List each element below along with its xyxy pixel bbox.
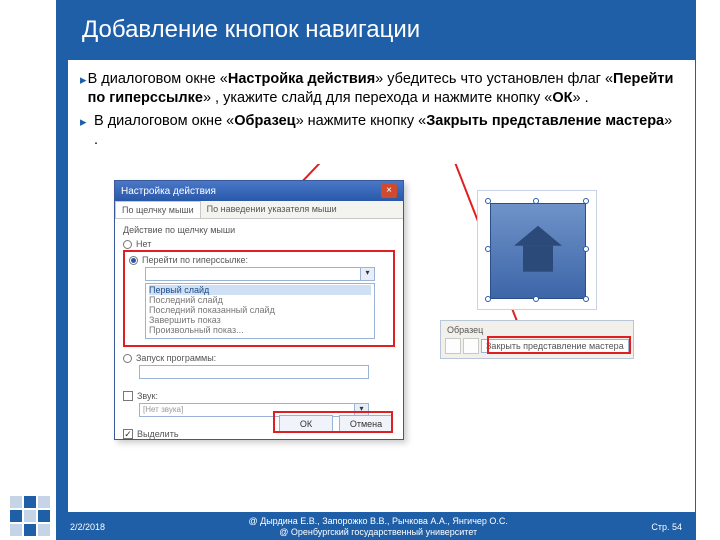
home-icon xyxy=(514,226,562,272)
option-run[interactable]: Запуск программы: xyxy=(123,353,395,363)
action-settings-dialog: Настройка действия × По щелчку мыши По н… xyxy=(114,180,404,440)
dialog-titlebar: Настройка действия × xyxy=(115,181,403,201)
bullet-marker: ▸ xyxy=(80,112,94,150)
hyperlink-list[interactable]: Первый слайд Последний слайд Последний п… xyxy=(145,283,375,339)
bullet-1: ▸ В диалоговом окне «Настройка действия»… xyxy=(80,70,680,108)
close-icon[interactable]: × xyxy=(381,184,397,198)
action-button-shape[interactable] xyxy=(490,203,586,299)
slide-footer: 2/2/2018 @ Дырдина Е.В., Запорожко В.В.,… xyxy=(56,513,696,540)
ok-button[interactable]: ОК xyxy=(279,415,333,433)
highlight-checkbox[interactable] xyxy=(123,429,133,439)
bullet-2: ▸ В диалоговом окне «Образец» нажмите кн… xyxy=(80,112,680,150)
sound-label: Звук: xyxy=(137,391,158,401)
slide-title: Добавление кнопок навигации xyxy=(82,16,420,44)
footer-date: 2/2/2018 xyxy=(70,522,105,532)
hyperlink-combo[interactable]: ▾ xyxy=(145,267,375,281)
tab-click[interactable]: По щелчку мыши xyxy=(115,201,201,218)
decorative-squares xyxy=(10,496,50,536)
option-none[interactable]: Нет xyxy=(123,239,395,249)
dialog-body: Действие по щелчку мыши Нет Перейти по г… xyxy=(115,219,403,445)
left-accent xyxy=(56,0,68,513)
dialog-buttons: ОК Отмена xyxy=(279,415,393,433)
right-figure: Образец Закрыть представление мастера xyxy=(440,190,634,359)
group-label: Действие по щелчку мыши xyxy=(123,225,395,235)
dialog-title-text: Настройка действия xyxy=(121,186,216,197)
chevron-down-icon[interactable]: ▾ xyxy=(360,268,374,280)
list-item[interactable]: Завершить показ xyxy=(149,315,371,325)
cancel-button[interactable]: Отмена xyxy=(339,415,393,433)
highlight-label: Выделить xyxy=(137,429,179,439)
tab-hover[interactable]: По наведении указателя мыши xyxy=(201,201,343,218)
list-item[interactable]: Последний показанный слайд xyxy=(149,305,371,315)
bullet-text: В диалоговом окне «Настройка действия» у… xyxy=(88,70,680,108)
sound-row: Звук: xyxy=(123,391,395,401)
figures-area: Настройка действия × По щелчку мыши По н… xyxy=(80,164,680,454)
toolbar-icon[interactable] xyxy=(463,338,479,354)
list-item[interactable]: Произвольный показ... xyxy=(149,325,371,335)
footer-credits: @ Дырдина Е.В., Запорожко В.В., Рычкова … xyxy=(105,516,651,538)
footer-page: Стр. 54 xyxy=(651,522,682,532)
toolbar-title: Образец xyxy=(443,323,631,335)
bullet-marker: ▸ xyxy=(80,70,88,108)
highlight-hyperlink-box: Перейти по гиперссылке: ▾ Первый слайд П… xyxy=(123,250,395,347)
list-item[interactable]: Первый слайд xyxy=(149,285,371,295)
bullet-text: В диалоговом окне «Образец» нажмите кноп… xyxy=(94,112,680,150)
slide-header: Добавление кнопок навигации xyxy=(56,0,696,60)
dialog-tabs: По щелчку мыши По наведении указателя мы… xyxy=(115,201,403,219)
shape-canvas xyxy=(477,190,597,310)
slide-content: ▸ В диалоговом окне «Настройка действия»… xyxy=(80,70,680,454)
option-hyperlink[interactable]: Перейти по гиперссылке: xyxy=(129,255,389,265)
master-toolbar: Образец Закрыть представление мастера xyxy=(440,320,634,359)
list-item[interactable]: Последний слайд xyxy=(149,295,371,305)
close-master-button[interactable]: Закрыть представление мастера xyxy=(481,339,629,353)
run-path-input[interactable] xyxy=(139,365,369,379)
toolbar-icon[interactable] xyxy=(445,338,461,354)
sound-checkbox[interactable] xyxy=(123,391,133,401)
